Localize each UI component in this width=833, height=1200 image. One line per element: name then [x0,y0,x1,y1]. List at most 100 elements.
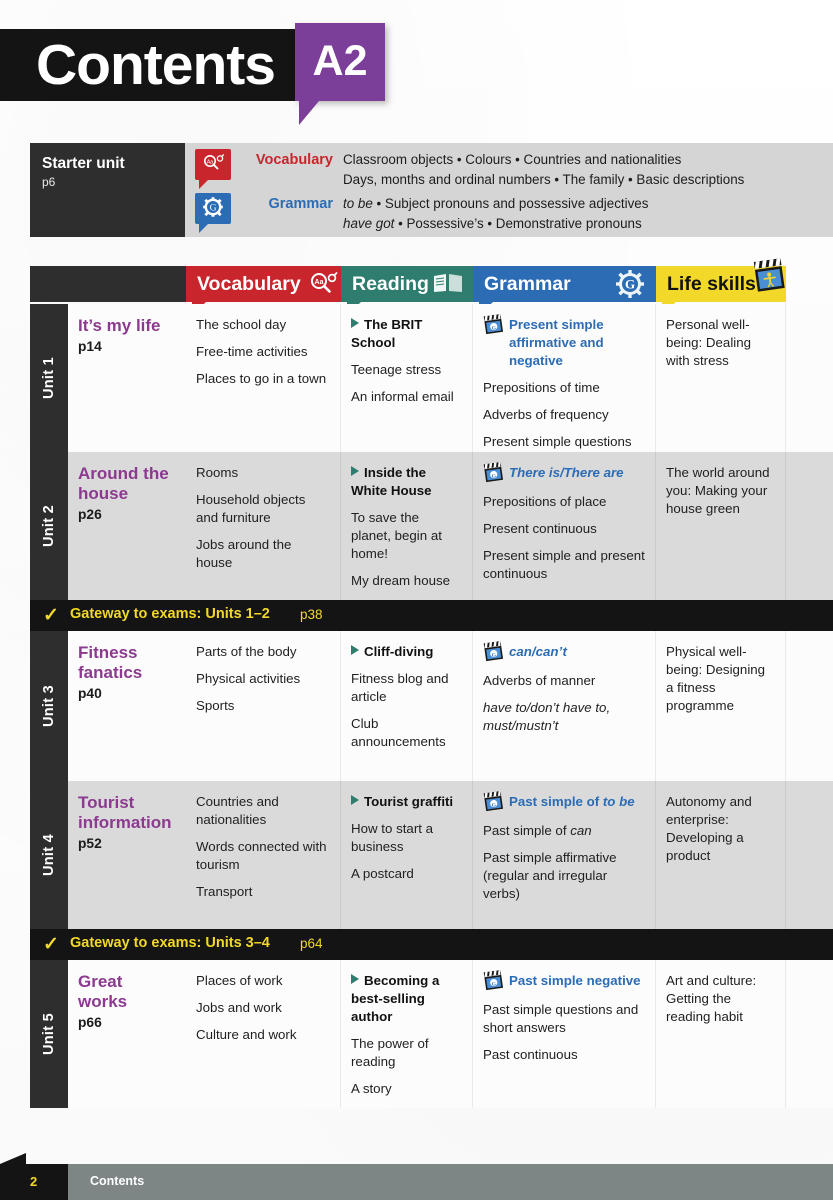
starter-grammar-lines: to be • Subject pronouns and possessive … [343,194,648,233]
svg-text:G: G [210,204,217,214]
play-triangle-icon [351,974,359,984]
starter-grammar-line-2: have got • Possessive’s • Demonstrative … [343,215,642,231]
starter-unit-row: Starter unit p6 Aa Vocabulary Classroom … [30,143,833,237]
list-item: Past simple questions and short answers [483,1002,639,1035]
gear-glyph: G [195,197,231,224]
clapperboard-icon: G [483,790,505,819]
level-badge: A2 [295,23,385,125]
starter-grammar-label: Grammar [268,196,333,212]
unit-side-label-text: Unit 3 [41,684,57,728]
clapperboard-icon: G [483,640,505,669]
grammar-headline: G Present simple affirmative and negativ… [483,313,645,370]
list-item: To save the planet, begin at home! [351,510,442,561]
icon-tail-shape [199,224,208,233]
list-item: Free-time activities [196,344,308,359]
unit-title-cell: Around the house p26 [68,452,186,600]
grammar-headline-text: Present simple affirmative and negative [509,317,604,368]
reading-headline: Inside the White House [351,465,432,498]
starter-unit-content: Aa Vocabulary Classroom objects • Colour… [185,143,833,237]
list-item: Past simple of can [483,823,592,838]
unit-title: It’s my life [78,316,161,335]
grammar-headline: G Past simple of to be [483,790,645,813]
list-item: Jobs and work [196,1000,282,1015]
reading-headline: Cliff-diving [351,643,462,661]
unit-title-cell: It’s my life p14 [68,304,186,452]
svg-text:Aa: Aa [207,160,214,166]
starter-grammar-line-1: to be • Subject pronouns and possessive … [343,196,649,211]
unit-life-skills-cell: Autonomy and enterprise: Developing a pr… [656,781,786,929]
unit-title: Tourist information [78,793,172,832]
unit-life-skills-cell: Art and culture: Getting the reading hab… [656,960,786,1108]
unit-side-label: Unit 2 [30,452,68,600]
badge-tail-shape [299,101,319,125]
list-item: Physical activities [196,671,301,686]
table-header-reading: Reading [341,266,473,315]
play-triangle-icon [351,795,359,805]
unit-reading-cell: Inside the White House To save the plane… [341,452,473,600]
unit-reading-cell: Becoming a best-selling author The power… [341,960,473,1108]
unit-page: p14 [78,339,102,354]
list-item: My dream house [351,573,451,588]
list-item: Parts of the body [196,644,297,659]
clapperboard-icon [751,257,787,303]
check-icon: ✓ [43,605,59,626]
starter-vocabulary-lines: Classroom objects • Colours • Countries … [343,150,744,189]
table-header-reading-label: Reading [352,273,429,295]
table-header-grammar-label: Grammar [484,273,571,295]
footer-gray-band [68,1164,833,1200]
clapperboard-icon: G [483,461,505,490]
grammar-headline: G can/can’t [483,640,645,663]
table-header-life-skills-label: Life skills [667,273,756,295]
grammar-headline-text: Past simple negative [509,973,641,988]
grammar-headline: G There is/There are [483,461,645,484]
unit-title-cell: Great works p66 [68,960,186,1108]
clapperboard-icon: G [483,969,505,998]
unit-vocabulary-cell: Countries and nationalities Words connec… [186,781,341,929]
unit-extra-cell [786,631,833,781]
list-item: Past continuous [483,1047,578,1062]
unit-grammar-cell: G Past simple negative Past simple quest… [473,960,656,1108]
list-item: Prepositions of time [483,380,600,395]
unit-side-label: Unit 4 [30,781,68,929]
list-item: Club announcements [351,716,446,749]
list-item: Past simple affirmative (regular and irr… [483,850,617,901]
list-item: Teenage stress [351,362,442,377]
unit-grammar-cell: G Past simple of to be Past simple of ca… [473,781,656,929]
list-item: Culture and work [196,1027,297,1042]
table-header-vocabulary: Vocabulary Aa [186,266,341,315]
reading-headline: Tourist graffiti [351,793,462,811]
unit-side-label-text: Unit 2 [41,504,57,548]
starter-unit-title: Starter unit [42,155,125,172]
contents-page: Contents A2 Starter unit p6 Aa Vocabular… [0,0,833,1200]
list-item: Transport [196,884,253,899]
list-item: Rooms [196,465,239,480]
vocabulary-magnifier-icon: Aa [195,149,231,189]
list-item: Adverbs of frequency [483,407,609,422]
svg-text:G: G [625,277,635,292]
footer-corner-shape [0,1153,26,1164]
unit-title: Around the house [78,464,169,503]
unit-page: p26 [78,507,102,522]
table-header-row: Vocabulary Aa Reading Grammar G Life ski… [30,258,833,315]
unit-reading-cell: The BRIT School Teenage stress An inform… [341,304,473,452]
gateway-bar: ✓ Gateway to exams: Units 1–2 p38 [30,600,833,631]
unit-extra-cell [786,781,833,929]
list-item: Household objects and furniture [196,492,306,525]
list-item: have to/don’t have to, must/mustn’t [483,700,611,733]
gateway-label: Gateway to exams: Units 1–2 [70,606,270,622]
unit-vocabulary-cell: The school day Free-time activities Plac… [186,304,341,452]
grammar-headline-text: There is/There are [509,465,624,480]
clapperboard-icon: G [483,313,505,342]
list-item: Present simple and present continuous [483,548,645,581]
unit-page: p66 [78,1015,102,1030]
check-icon: ✓ [43,934,59,955]
unit-grammar-cell: G There is/There are Prepositions of pla… [473,452,656,600]
grammar-headline-text: can/can’t [509,644,567,659]
list-item: Jobs around the house [196,537,292,570]
icon-tail-shape [199,180,208,189]
reading-headline: The BRIT School [351,317,423,350]
unit-side-label: Unit 3 [30,631,68,781]
starter-unit-label-block: Starter unit p6 [30,143,185,237]
gateway-bar: ✓ Gateway to exams: Units 3–4 p64 [30,929,833,960]
table-row: Unit 2 Around the house p26 Rooms Househ… [30,452,833,600]
